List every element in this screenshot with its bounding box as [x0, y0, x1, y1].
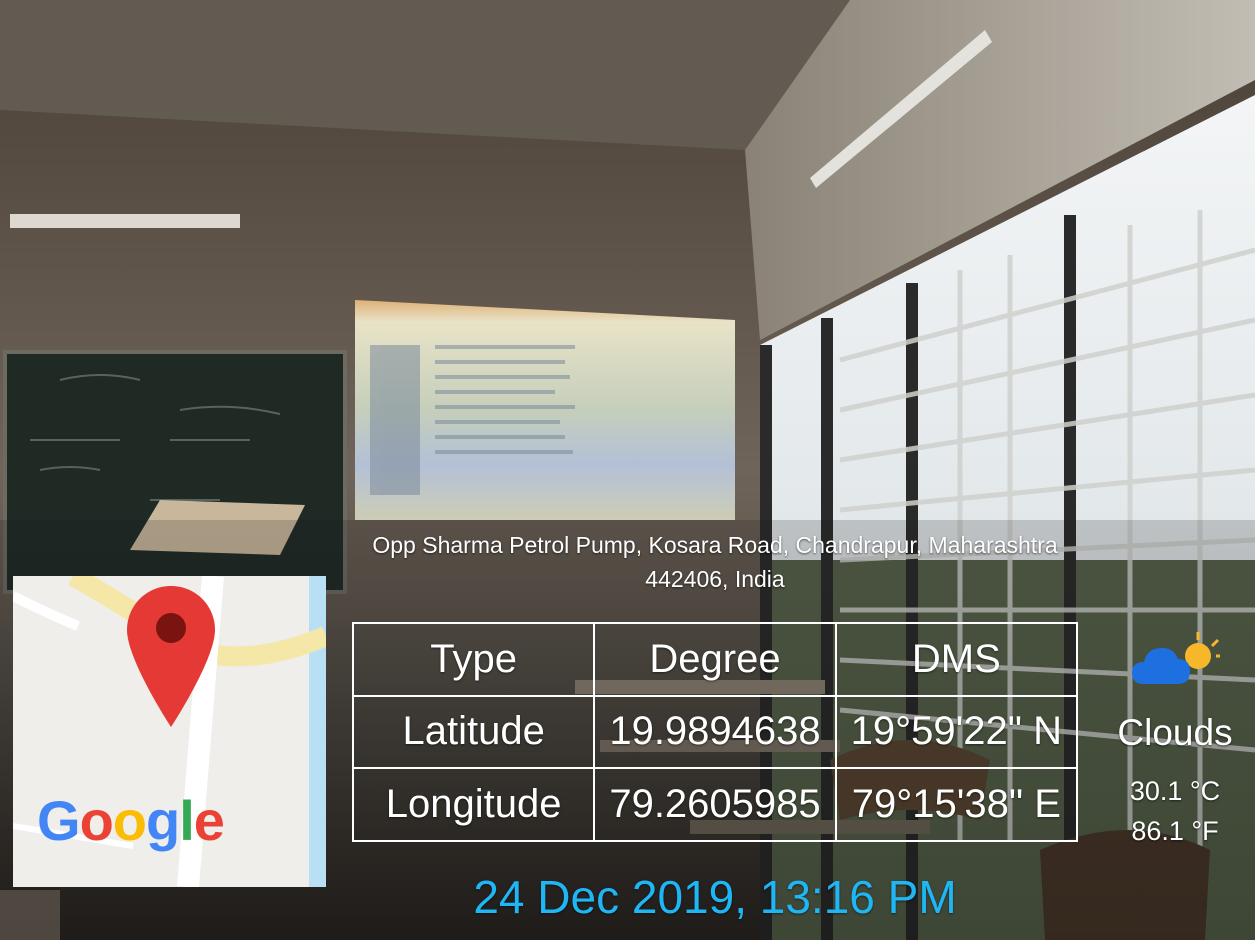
photo-stage: Opp Sharma Petrol Pump, Kosara Road, Cha… — [0, 0, 1255, 940]
google-logo: Google — [37, 788, 225, 853]
temperature-fahrenheit: 86.1 °F — [1131, 816, 1219, 846]
longitude-degree: 79.2605985 — [593, 767, 837, 842]
weather-condition: Clouds — [1117, 712, 1233, 753]
address-line-1: Opp Sharma Petrol Pump, Kosara Road, Cha… — [372, 532, 1058, 558]
google-logo-o1: o — [79, 789, 114, 852]
cloud-sun-icon — [1132, 632, 1220, 684]
table-row-latitude: Latitude 19.9894638 19°59'22" N — [351, 694, 1079, 770]
header-type: Type — [351, 622, 596, 697]
map-pin-icon — [127, 586, 215, 727]
google-logo-g1: G — [37, 789, 81, 852]
latitude-label: Latitude — [351, 694, 596, 770]
map-pin-shape — [127, 586, 215, 727]
table-header-row: Type Degree DMS — [351, 622, 1079, 697]
longitude-label: Longitude — [351, 767, 596, 842]
table-row-longitude: Longitude 79.2605985 79°15'38" E — [351, 767, 1079, 842]
weather-panel: Clouds 30.1 °C 86.1 °F — [1100, 622, 1250, 862]
google-logo-o2: o — [112, 789, 147, 852]
address-text: Opp Sharma Petrol Pump, Kosara Road, Cha… — [340, 528, 1090, 596]
google-logo-e: e — [193, 789, 225, 852]
map-thumbnail[interactable]: Google — [13, 576, 326, 887]
coordinates-table: Type Degree DMS Latitude 19.9894638 19°5… — [351, 622, 1079, 842]
header-dms: DMS — [834, 622, 1079, 697]
temperature-celsius: 30.1 °C — [1129, 776, 1221, 806]
timestamp: 24 Dec 2019, 13:16 PM — [473, 871, 957, 923]
longitude-dms: 79°15'38" E — [834, 767, 1079, 842]
latitude-dms: 19°59'22" N — [834, 694, 1079, 770]
google-logo-g2: g — [146, 789, 180, 852]
google-logo-l: l — [179, 789, 195, 852]
latitude-degree: 19.9894638 — [593, 694, 837, 770]
address-line-2: 442406, India — [645, 566, 785, 592]
header-degree: Degree — [593, 622, 837, 697]
